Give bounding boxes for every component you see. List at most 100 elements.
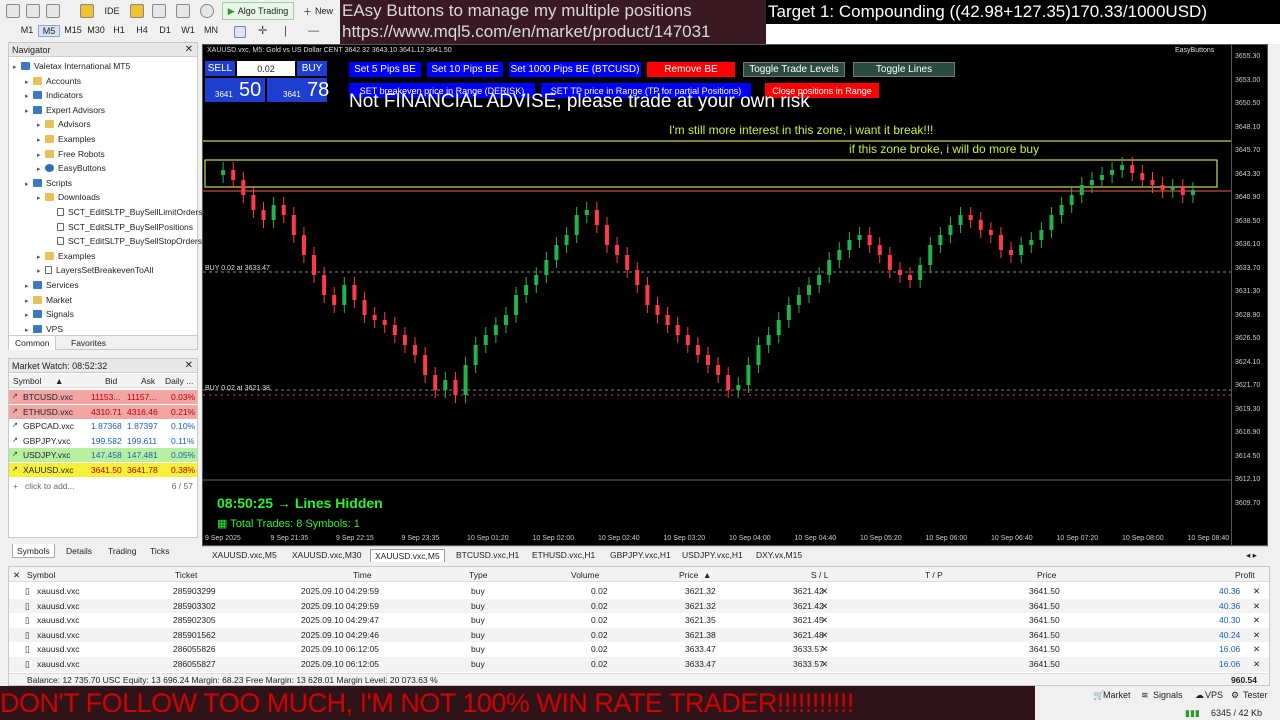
navigator-item[interactable]: ▸ Free Robots xyxy=(37,147,105,161)
remove-sl-icon[interactable]: ✕ xyxy=(821,630,828,641)
chart-tab[interactable]: XAUUSD.vxc,M30 xyxy=(288,549,365,562)
buy-button[interactable]: BUY xyxy=(297,61,327,76)
tab-symbols[interactable]: Symbols xyxy=(12,544,55,558)
col-ask[interactable]: Ask xyxy=(141,376,155,386)
profiles-icon[interactable] xyxy=(46,4,60,18)
navigator-item[interactable]: ▸ Examples xyxy=(37,132,95,146)
remove-sl-icon[interactable]: ✕ xyxy=(821,659,828,670)
remove-sl-icon[interactable]: ✕ xyxy=(821,615,828,626)
toggle-trade-levels-button[interactable]: Toggle Trade Levels xyxy=(743,62,845,77)
navigator-item[interactable]: ▸ VPS xyxy=(25,322,63,336)
col-bid[interactable]: Bid xyxy=(105,376,117,386)
chart-window[interactable]: XAUUSD.vxc, M5: Gold vs US Dollar CENT 3… xyxy=(202,44,1268,546)
expand-icon[interactable]: ▸ xyxy=(25,105,33,119)
timeframe-m15[interactable]: M15 xyxy=(62,25,84,35)
navigator-item[interactable]: ▸ Scripts xyxy=(25,176,72,190)
expand-icon[interactable]: ▸ xyxy=(13,61,21,75)
new-order-icon[interactable] xyxy=(6,4,20,18)
status-tester[interactable]: Tester xyxy=(1243,690,1268,700)
trade-row[interactable]: ▯ xauusd.vxc 285903299 2025.09.10 04:29:59 b… xyxy=(9,584,1269,599)
timeframe-m30[interactable]: M30 xyxy=(85,25,107,35)
add-symbol-row[interactable]: + click to add... 6 / 57 xyxy=(9,479,197,493)
bid-price-display[interactable]: 3641 50 xyxy=(205,78,265,102)
navigator-item[interactable]: ▸ Services xyxy=(25,278,79,292)
timeframe-d1[interactable]: D1 xyxy=(154,25,176,35)
chart-tab[interactable]: XAUUSD.vxc,M5 xyxy=(208,549,281,562)
market-watch-row[interactable]: ↗ USDJPY.vxc 147.458 147.481 0.05% xyxy=(9,448,197,463)
market-watch-row[interactable]: ↗ ETHUSD.vxc 4310.71 4316.46 0.21% xyxy=(9,404,197,419)
navigator-item[interactable]: ▸ Signals xyxy=(25,307,74,321)
close-position-icon[interactable]: ✕ xyxy=(1253,615,1260,626)
col-time[interactable]: Time xyxy=(353,570,372,580)
chart-tab[interactable]: DXY.vx,M15 xyxy=(752,549,806,562)
sell-button[interactable]: SELL xyxy=(205,61,235,76)
navigator-item[interactable]: ▸ Downloads xyxy=(37,190,100,204)
close-position-icon[interactable]: ✕ xyxy=(1253,601,1260,612)
signals-status-icon[interactable]: ≋ xyxy=(1141,690,1149,701)
trade-row[interactable]: ▯ xauusd.vxc 285903302 2025.09.10 04:29:59 b… xyxy=(9,598,1269,614)
col-symbol[interactable]: Symbol xyxy=(13,376,41,386)
vps-status-icon[interactable]: ☁ xyxy=(1195,690,1204,701)
timeframe-mn[interactable]: MN xyxy=(200,25,222,35)
set-10-pips-be-button[interactable]: Set 10 Pips BE xyxy=(427,62,503,77)
ide-button[interactable]: IDE xyxy=(100,2,124,20)
signals-icon[interactable] xyxy=(176,4,190,18)
close-icon[interactable]: ✕ xyxy=(185,359,193,373)
col-current-price[interactable]: Price xyxy=(1037,570,1056,580)
trade-row[interactable]: ▯ xauusd.vxc 285902305 2025.09.10 04:29:47 b… xyxy=(9,613,1269,628)
remove-sl-icon[interactable]: ✕ xyxy=(821,586,828,597)
status-signals[interactable]: Signals xyxy=(1153,690,1183,700)
lot-size-input[interactable]: 0.02 xyxy=(237,61,295,76)
tab-details[interactable]: Details xyxy=(62,544,96,558)
new-chart-icon[interactable] xyxy=(26,4,40,18)
market-watch-row[interactable]: ↗ GBPJPY.vxc 199.582 199.611 0.11% xyxy=(9,433,197,448)
timeframe-h4[interactable]: H4 xyxy=(131,25,153,35)
close-position-icon[interactable]: ✕ xyxy=(1253,630,1260,641)
col-sl[interactable]: S / L xyxy=(811,570,828,580)
close-icon[interactable]: ✕ xyxy=(185,43,193,57)
navigator-item[interactable]: ▸ Expert Advisors xyxy=(25,103,105,117)
navigator-item[interactable]: ▸ Indicators xyxy=(25,88,83,102)
navigator-item[interactable]: ▸ Accounts xyxy=(25,74,81,88)
crosshair-icon[interactable]: ✛ xyxy=(258,26,270,38)
tab-favorites[interactable]: Favorites xyxy=(65,336,112,350)
trade-row[interactable]: ▯ xauusd.vxc 286055827 2025.09.10 06:12:05 b… xyxy=(9,657,1269,672)
cursor-icon[interactable] xyxy=(234,26,246,38)
navigator-item[interactable]: SCT_EditSLTP_BuySellPositions xyxy=(49,220,193,234)
vertical-line-icon[interactable]: | xyxy=(284,26,296,38)
navigator-icon[interactable] xyxy=(80,4,94,18)
navigator-item[interactable]: ▸ EasyButtons xyxy=(37,161,106,175)
col-symbol[interactable]: Symbol xyxy=(27,570,55,580)
remove-sl-icon[interactable]: ✕ xyxy=(821,644,828,655)
set-1000-pips-be-button[interactable]: Set 1000 Pips BE (BTCUSD) xyxy=(509,62,641,77)
toggle-lines-button[interactable]: Toggle Lines xyxy=(853,62,955,77)
chart-tab-active[interactable]: XAUUSD.vxc,M5 xyxy=(370,549,445,562)
close-icon[interactable]: ✕ xyxy=(13,570,20,581)
market-watch-row[interactable]: ↗ GBPCAD.vxc 1.87368 1.87397 0.10% xyxy=(9,419,197,434)
navigator-item[interactable]: ▸ Examples xyxy=(37,249,95,263)
tab-ticks[interactable]: Ticks xyxy=(146,544,174,558)
new-order-button[interactable]: ＋ New xyxy=(298,2,338,20)
col-volume[interactable]: Volume xyxy=(571,570,599,580)
col-profit[interactable]: Profit xyxy=(1235,570,1255,580)
horizontal-line-icon[interactable]: — xyxy=(308,26,320,38)
navigator-item[interactable]: ▸ Advisors xyxy=(37,117,91,131)
navigator-item[interactable]: SCT_EditSLTP_BuySellStopOrders xyxy=(49,234,202,248)
navigator-item[interactable]: ▸ Market xyxy=(25,293,72,307)
tab-common[interactable]: Common xyxy=(9,336,57,350)
navigator-item[interactable]: SCT_EditSLTP_BuySellLimitOrders xyxy=(49,205,202,219)
chart-tab[interactable]: GBPJPY.vxc,H1 xyxy=(606,549,675,562)
status-vps[interactable]: VPS xyxy=(1205,690,1223,700)
navigator-item[interactable]: ▸ Valetax International MT5 xyxy=(13,59,130,73)
remove-be-button[interactable]: Remove BE xyxy=(647,62,735,77)
expand-icon[interactable]: ▸ xyxy=(37,192,45,206)
market-watch-row[interactable]: ↗ XAUUSD.vxc 3641.50 3641.78 0.38% xyxy=(9,463,197,477)
set-5-pips-be-button[interactable]: Set 5 Pips BE xyxy=(349,62,421,77)
algo-trading-button[interactable]: ▶ Algo Trading xyxy=(222,2,294,20)
timeframe-w1[interactable]: W1 xyxy=(177,25,199,35)
price-chart[interactable] xyxy=(203,45,1233,545)
tester-icon[interactable]: ⚙ xyxy=(1231,690,1239,701)
chart-tab[interactable]: BTCUSD.vxc,H1 xyxy=(452,549,523,562)
close-position-icon[interactable]: ✕ xyxy=(1253,659,1260,670)
remove-sl-icon[interactable]: ✕ xyxy=(821,601,828,612)
